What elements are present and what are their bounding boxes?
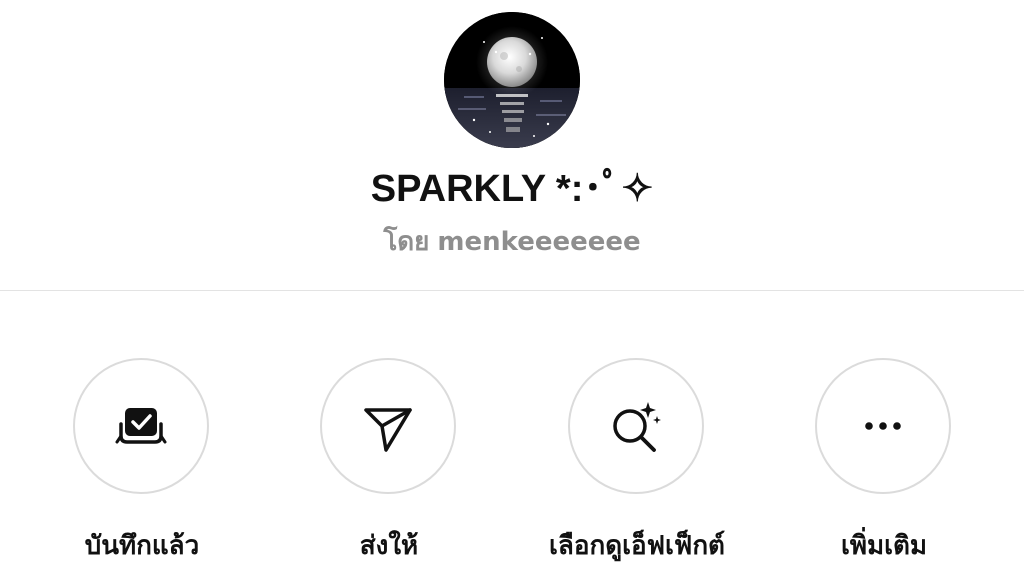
section-divider [0,290,1024,291]
creator-prefix: โดย [383,227,430,257]
saved-check-icon [115,408,167,444]
browse-effects-button-label: เลือกดูเอ็ฟเฟ็กต์ [549,531,725,561]
saved-button-circle[interactable] [73,358,209,494]
more-dots-icon [865,422,901,430]
send-button-label: ส่งให้ [359,531,419,561]
more-button[interactable]: เพิ่มเติม [784,358,984,568]
moon-over-water-image [444,12,580,148]
effect-avatar [444,12,580,148]
browse-effects-button-circle[interactable] [568,358,704,494]
saved-button-label: บันทึกแล้ว [84,531,200,561]
more-button-label: เพิ่มเติม [840,531,928,561]
saved-button[interactable]: บันทึกแล้ว [42,358,242,568]
browse-effects-search-sparkle-icon [613,402,661,452]
effect-page: SPARKLY *:･ﾟ✧ โดย menkeeeeeee บันทึกแล้ว … [0,0,1024,576]
effect-title: SPARKLY *:･ﾟ✧ [370,168,654,210]
send-paper-plane-icon [364,408,412,452]
creator-line[interactable]: โดย menkeeeeeee [0,222,1024,262]
browse-effects-button[interactable]: เลือกดูเอ็ฟเฟ็กต์ [537,358,737,568]
send-button-circle[interactable] [320,358,456,494]
more-button-circle[interactable] [815,358,951,494]
creator-name[interactable]: menkeeeeeee [437,227,640,257]
send-button[interactable]: ส่งให้ [289,358,489,568]
